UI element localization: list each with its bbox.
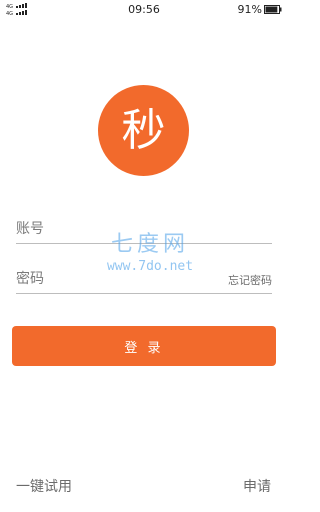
account-field <box>16 212 272 244</box>
forgot-password-link[interactable]: 忘记密码 <box>228 274 272 288</box>
battery-percentage: 91% <box>237 3 262 16</box>
one-click-trial-link[interactable]: 一键试用 <box>16 478 72 496</box>
login-button[interactable]: 登 录 <box>12 326 276 366</box>
app-logo: 秒 <box>98 85 189 176</box>
password-input[interactable] <box>16 268 206 290</box>
apply-link[interactable]: 申请 <box>243 478 271 496</box>
account-underline <box>16 243 272 244</box>
status-bar: 4G 4G 09:56 91% <box>0 0 288 20</box>
password-underline <box>16 293 272 294</box>
account-input[interactable] <box>16 218 206 240</box>
battery-icon <box>264 5 282 14</box>
logo-character: 秒 <box>121 105 166 156</box>
password-field: 忘记密码 <box>16 262 272 294</box>
